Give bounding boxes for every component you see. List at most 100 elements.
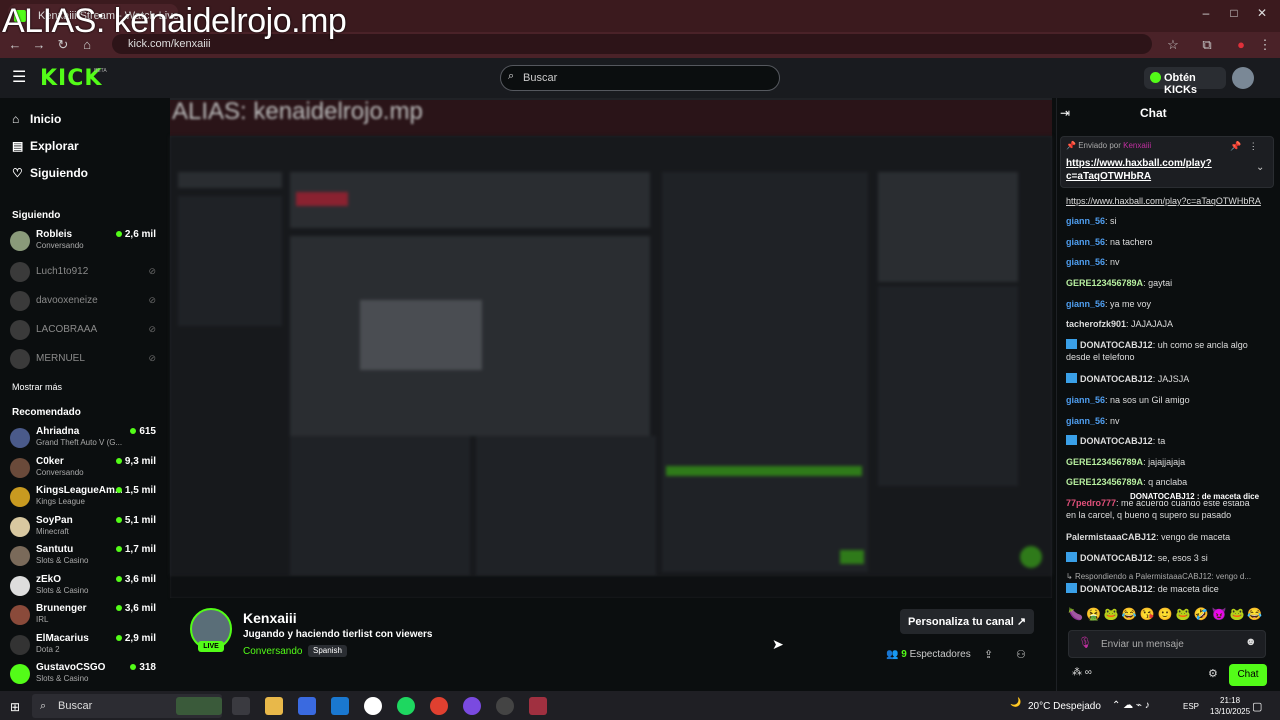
close-window-button[interactable]: ✕ xyxy=(1252,6,1272,24)
following-channel[interactable]: Robleis Conversando 2,6 mil xyxy=(10,229,162,257)
chat-username[interactable]: giann_56 xyxy=(1066,257,1105,267)
chat-input[interactable]: Enviar un mensaje xyxy=(1068,630,1266,658)
chat-username[interactable]: DONATOCABJ12 xyxy=(1080,436,1153,446)
windows-start-icon[interactable]: ⊞ xyxy=(10,700,20,714)
recommended-channel[interactable]: SoyPan Minecraft 5,1 mil xyxy=(10,515,162,543)
minimize-button[interactable]: – xyxy=(1196,6,1216,24)
viewer-count: 318 xyxy=(130,662,156,673)
recommended-channel[interactable]: ElMacarius Dota 2 2,9 mil xyxy=(10,633,162,661)
stream-taskbar-capture xyxy=(170,576,1052,598)
kicks-infinity-icon[interactable]: ⁂ ∞ xyxy=(1072,667,1092,678)
app-icon[interactable] xyxy=(529,697,547,715)
stream-category[interactable]: Conversando xyxy=(243,646,302,657)
store-icon[interactable] xyxy=(298,697,316,715)
bookmark-star-icon[interactable]: ☆ xyxy=(1164,36,1182,54)
chat-message: DONATOCABJ12: uh como se ancla algo desd… xyxy=(1066,339,1248,362)
tray-icons[interactable]: ⌃ ☁ ⌁ ♪ xyxy=(1112,700,1150,711)
following-channel[interactable]: LACOBRAAA ⊘ xyxy=(10,318,162,346)
following-channel[interactable]: davooxeneize ⊘ xyxy=(10,289,162,317)
gear-icon[interactable]: ⚙ xyxy=(1208,667,1218,680)
browser-menu-icon[interactable]: ⋮ xyxy=(1256,36,1274,54)
collapse-chat-icon[interactable]: ⇥ xyxy=(1060,106,1070,120)
following-channel[interactable]: MERNUEL ⊘ xyxy=(10,347,162,375)
streamer-name[interactable]: Kenxaiii xyxy=(243,610,297,626)
file-explorer-icon[interactable] xyxy=(265,697,283,715)
chat-username[interactable]: DONATOCABJ12 xyxy=(1080,340,1153,350)
chat-username[interactable]: giann_56 xyxy=(1066,299,1105,309)
clock[interactable]: 21:18 13/10/2025 xyxy=(1210,695,1250,717)
recommended-channel[interactable]: C0ker Conversando 9,3 mil xyxy=(10,456,162,484)
chat-username[interactable]: DONATOCABJ12 xyxy=(1080,584,1153,594)
language-indicator[interactable]: ESP xyxy=(1183,702,1199,711)
chat-username[interactable]: DONATOCABJ12 xyxy=(1080,553,1153,563)
pinned-link[interactable]: https://www.haxball.com/play?c=aTaqOTWHb… xyxy=(1066,157,1236,183)
chat-username[interactable]: tacherofzk901 xyxy=(1066,319,1126,329)
recommended-channel[interactable]: Ahriadna Grand Theft Auto V (G... 615 xyxy=(10,426,162,454)
microphone-icon[interactable]: 🎙 xyxy=(1078,636,1092,649)
chat-username[interactable]: 77pedro777 xyxy=(1066,498,1116,508)
profile-icon[interactable]: ● xyxy=(1232,36,1250,54)
notification-icon[interactable]: ▢ xyxy=(1252,700,1262,713)
chat-message: DONATOCABJ12: JAJSJA xyxy=(1066,373,1262,385)
recommended-channel[interactable]: Brunenger IRL 3,6 mil xyxy=(10,603,162,631)
chat-message: PalermistaaaCABJ12: vengo de maceta xyxy=(1066,532,1231,542)
outlook-icon[interactable] xyxy=(331,697,349,715)
chat-username[interactable]: giann_56 xyxy=(1066,416,1105,426)
chat-message: DONATOCABJ12: se, esos 3 si xyxy=(1066,552,1262,564)
unpin-icon[interactable]: 📌 xyxy=(1230,141,1241,151)
nav-siguiendo[interactable]: ♡ Siguiendo xyxy=(12,166,162,186)
add-user-icon[interactable]: ⚇ xyxy=(1016,648,1026,661)
chat-text: de maceta dice xyxy=(1157,584,1219,594)
show-more-link[interactable]: Mostrar más xyxy=(12,382,62,392)
emoji-icon[interactable]: ☻ xyxy=(1245,636,1257,648)
recommended-channel[interactable]: zEkO Slots & Casino 3,6 mil xyxy=(10,574,162,602)
user-avatar[interactable] xyxy=(1232,67,1254,89)
clock-date: 13/10/2025 xyxy=(1210,707,1251,716)
chat-username[interactable]: GERE123456789A xyxy=(1066,278,1143,288)
chat-username[interactable]: giann_56 xyxy=(1066,395,1105,405)
share-icon[interactable]: ⇪ xyxy=(984,648,993,661)
recommended-channel[interactable]: GustavoCSGO Slots & Casino 318 xyxy=(10,662,162,690)
task-view-icon[interactable] xyxy=(232,697,250,715)
chat-text: q anclaba xyxy=(1148,477,1188,487)
taskbar-widget-image[interactable] xyxy=(176,697,222,715)
extensions-icon[interactable]: ⧉ xyxy=(1198,36,1216,54)
following-channel[interactable]: Luch1to912 ⊘ xyxy=(10,260,162,288)
chat-username[interactable]: giann_56 xyxy=(1066,216,1105,226)
maximize-button[interactable]: □ xyxy=(1224,6,1244,24)
viewer-count: 3,6 mil xyxy=(115,603,156,614)
get-kicks-label: Obtén KICKs xyxy=(1164,72,1198,96)
viewer-count-text: 3,6 mil xyxy=(124,603,156,614)
chat-username[interactable]: giann_56 xyxy=(1066,237,1105,247)
more-options-icon[interactable]: ⋮ xyxy=(1249,141,1258,151)
discord-icon[interactable] xyxy=(463,697,481,715)
nav-explorar[interactable]: ▤ Explorar xyxy=(12,139,162,159)
customize-channel-button[interactable]: Personaliza tu canal ↗ xyxy=(900,609,1034,634)
chat-link[interactable]: https://www.haxball.com/play?c=aTaqOTWHb… xyxy=(1066,196,1261,206)
search-input[interactable]: Buscar xyxy=(500,65,780,91)
emote-bar[interactable]: 🍆🤮🐸😂😘🙂🐸🤣😈🐸😂 xyxy=(1068,607,1265,621)
chevron-down-icon[interactable]: ⌄ xyxy=(1256,162,1264,173)
language-tag[interactable]: Spanish xyxy=(308,645,347,657)
chat-username[interactable]: DONATOCABJ12 xyxy=(1080,374,1153,384)
kicks-icon xyxy=(1150,72,1161,83)
obs-icon[interactable] xyxy=(496,697,514,715)
nav-inicio[interactable]: ⌂ Inicio xyxy=(12,112,162,132)
chat-username[interactable]: GERE123456789A xyxy=(1066,477,1143,487)
viewer-label: Espectadores xyxy=(909,649,971,660)
home-icon: ⌂ xyxy=(12,112,20,126)
send-chat-button[interactable]: Chat xyxy=(1229,664,1267,686)
recommended-channel[interactable]: KingsLeagueAm... Kings League 1,5 mil xyxy=(10,485,162,513)
viewer-count-text: 1,7 mil xyxy=(124,544,156,555)
app-icon[interactable] xyxy=(364,697,382,715)
chrome-icon[interactable] xyxy=(430,697,448,715)
chat-username[interactable]: PalermistaaaCABJ12 xyxy=(1066,532,1156,542)
avatar xyxy=(10,575,30,596)
spotify-icon[interactable] xyxy=(397,697,415,715)
avatar xyxy=(10,664,30,684)
viewer-count: 3,6 mil xyxy=(115,574,156,585)
menu-icon[interactable]: ☰ xyxy=(12,70,30,86)
recommended-channel[interactable]: Santutu Slots & Casino 1,7 mil xyxy=(10,544,162,572)
pin-actions[interactable]: 📌 ⋮ xyxy=(1230,141,1258,152)
chat-username[interactable]: GERE123456789A xyxy=(1066,457,1143,467)
